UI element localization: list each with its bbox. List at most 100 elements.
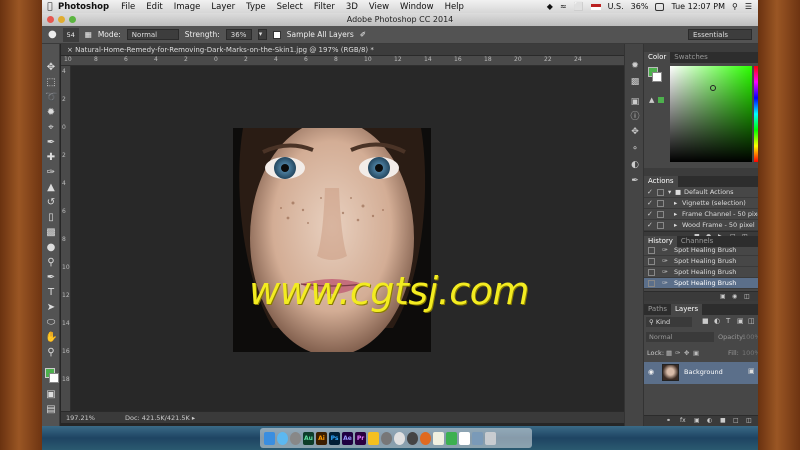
- crop-tool-icon[interactable]: ⌖: [45, 122, 57, 134]
- brush-tool-icon[interactable]: ✑: [45, 167, 57, 179]
- quick-select-tool-icon[interactable]: ✹: [45, 107, 57, 119]
- blend-mode-select[interactable]: Normal: [646, 332, 714, 342]
- lock-all-icon[interactable]: ▣: [693, 349, 699, 357]
- status-arrow-icon[interactable]: ▸: [192, 414, 195, 422]
- layer-style-icon[interactable]: fx: [680, 417, 686, 424]
- clone-stamp-tool-icon[interactable]: ▲: [45, 182, 57, 194]
- history-row-selected[interactable]: ✑ Spot Healing Brush: [644, 278, 758, 289]
- expand-arrow-icon[interactable]: ▾: [668, 187, 671, 197]
- gradient-tool-icon[interactable]: ▩: [45, 227, 57, 239]
- downloads-icon[interactable]: [472, 431, 483, 445]
- marquee-tool-icon[interactable]: ⬚: [45, 77, 57, 89]
- illustrator-icon[interactable]: Ai: [316, 431, 327, 445]
- action-dialog-toggle[interactable]: [657, 200, 664, 207]
- snapshot-icon[interactable]: ◉: [732, 293, 737, 300]
- action-check-icon[interactable]: ✓: [647, 209, 653, 219]
- brush-size-preview[interactable]: 54: [62, 27, 79, 42]
- trash-icon[interactable]: ◫: [744, 293, 750, 300]
- apple-icon[interactable]: : [42, 2, 58, 12]
- zoom-tool-icon[interactable]: ⚲: [45, 347, 57, 359]
- safari-icon[interactable]: [277, 431, 288, 445]
- locale-label[interactable]: U.S.: [608, 2, 624, 11]
- move-tool-icon[interactable]: ✥: [45, 62, 57, 74]
- doc-size[interactable]: Doc: 421.5K/421.5K: [125, 414, 190, 422]
- histogram-icon[interactable]: ▩: [629, 76, 641, 88]
- menu-image[interactable]: Image: [174, 2, 201, 12]
- layer-mask-icon[interactable]: ▣: [694, 417, 700, 424]
- tab-actions[interactable]: Actions: [644, 176, 678, 187]
- menu-file[interactable]: File: [121, 2, 135, 12]
- minimize-window-button[interactable]: [58, 16, 65, 23]
- new-document-icon[interactable]: ▣: [720, 293, 726, 300]
- fill-value[interactable]: 100%: [742, 349, 758, 357]
- delete-layer-icon[interactable]: ◫: [746, 417, 752, 424]
- wifi-icon[interactable]: ≈: [560, 2, 567, 11]
- expand-arrow-icon[interactable]: ▸: [674, 209, 677, 219]
- color-bg-swatch[interactable]: [652, 72, 662, 82]
- tool-presets-icon[interactable]: ✒: [629, 175, 641, 187]
- filter-adjustment-icon[interactable]: ◐: [714, 317, 720, 325]
- close-window-button[interactable]: [47, 16, 54, 23]
- action-set-row[interactable]: ✓ ▾ ■ Default Actions: [644, 187, 758, 198]
- firefox-icon[interactable]: [420, 431, 431, 445]
- filter-shape-icon[interactable]: ▣: [737, 317, 744, 325]
- facetime-icon[interactable]: [446, 431, 457, 445]
- action-dialog-toggle[interactable]: [657, 211, 664, 218]
- filter-smart-icon[interactable]: ◫: [748, 317, 755, 325]
- new-layer-icon[interactable]: □: [733, 417, 739, 424]
- action-check-icon[interactable]: ✓: [647, 198, 653, 208]
- info-icon[interactable]: ⓘ: [629, 111, 641, 123]
- filter-pixel-icon[interactable]: ■: [702, 317, 709, 325]
- layer-filter-select[interactable]: ⚲ Kind: [646, 317, 692, 327]
- opacity-value[interactable]: 100%: [742, 333, 758, 341]
- link-layers-icon[interactable]: ⚭: [666, 417, 671, 424]
- menu-help[interactable]: Help: [445, 2, 464, 12]
- action-row[interactable]: ✓ ▸ Frame Channel - 50 pixel: [644, 209, 758, 220]
- lock-position-icon[interactable]: ✥: [684, 349, 689, 357]
- adjustments-icon[interactable]: ✹: [629, 60, 641, 72]
- properties-icon[interactable]: ▣: [629, 96, 641, 108]
- hue-slider[interactable]: [754, 66, 758, 162]
- lasso-tool-icon[interactable]: ➰: [45, 92, 57, 104]
- document-tab[interactable]: × Natural-Home-Remedy-for-Removing-Dark-…: [61, 44, 624, 56]
- shape-tool-icon[interactable]: ⬭: [45, 317, 57, 329]
- action-check-icon[interactable]: ✓: [647, 187, 653, 197]
- history-row[interactable]: ✑ Spot Healing Brush: [644, 245, 758, 256]
- battery-percent[interactable]: 36%: [631, 2, 649, 11]
- portrait-photo[interactable]: [233, 128, 431, 352]
- adjustment-layer-icon[interactable]: ◐: [707, 417, 712, 424]
- bluetooth-icon[interactable]: ⬜: [574, 2, 584, 11]
- tab-swatches[interactable]: Swatches: [670, 52, 711, 63]
- menu-layer[interactable]: Layer: [211, 2, 235, 12]
- after-effects-icon[interactable]: Ae: [342, 431, 353, 445]
- menu-filter[interactable]: Filter: [314, 2, 335, 12]
- menu-3d[interactable]: 3D: [346, 2, 358, 12]
- expand-arrow-icon[interactable]: ▸: [674, 220, 677, 230]
- menu-type[interactable]: Type: [246, 2, 266, 12]
- history-brush-tool-icon[interactable]: ↺: [45, 197, 57, 209]
- tab-paths[interactable]: Paths: [644, 304, 671, 315]
- launchpad-icon[interactable]: [290, 431, 301, 445]
- type-tool-icon[interactable]: T: [45, 287, 57, 299]
- color-warning-icon[interactable]: ▲: [649, 96, 654, 104]
- tool-preset-icon[interactable]: ●: [48, 29, 57, 40]
- color-picker-ring[interactable]: [710, 85, 716, 91]
- spotlight-icon[interactable]: ⚲: [732, 2, 738, 11]
- history-source-toggle[interactable]: [648, 269, 655, 276]
- lock-transparent-icon[interactable]: ▦: [666, 349, 672, 357]
- layer-name[interactable]: Background: [684, 368, 723, 376]
- calendar-icon[interactable]: [459, 431, 470, 445]
- history-source-toggle[interactable]: [648, 280, 655, 287]
- history-row[interactable]: ✑ Spot Healing Brush: [644, 267, 758, 278]
- blur-tool-icon[interactable]: ●: [45, 242, 57, 254]
- action-row[interactable]: ✓ ▸ Vignette (selection): [644, 198, 758, 209]
- hand-tool-icon[interactable]: ✋: [45, 332, 57, 344]
- eraser-tool-icon[interactable]: ▯: [45, 212, 57, 224]
- clock[interactable]: Tue 12:07 PM: [671, 2, 725, 11]
- sample-all-layers-checkbox[interactable]: [272, 30, 281, 39]
- notification-center-icon[interactable]: ☰: [745, 2, 752, 11]
- styles-icon[interactable]: ◐: [629, 159, 641, 171]
- clone-source-icon[interactable]: ⚬: [629, 143, 641, 155]
- action-row[interactable]: ✓ ▸ Wood Frame - 50 pixel: [644, 220, 758, 231]
- strength-input[interactable]: 36%: [225, 29, 252, 40]
